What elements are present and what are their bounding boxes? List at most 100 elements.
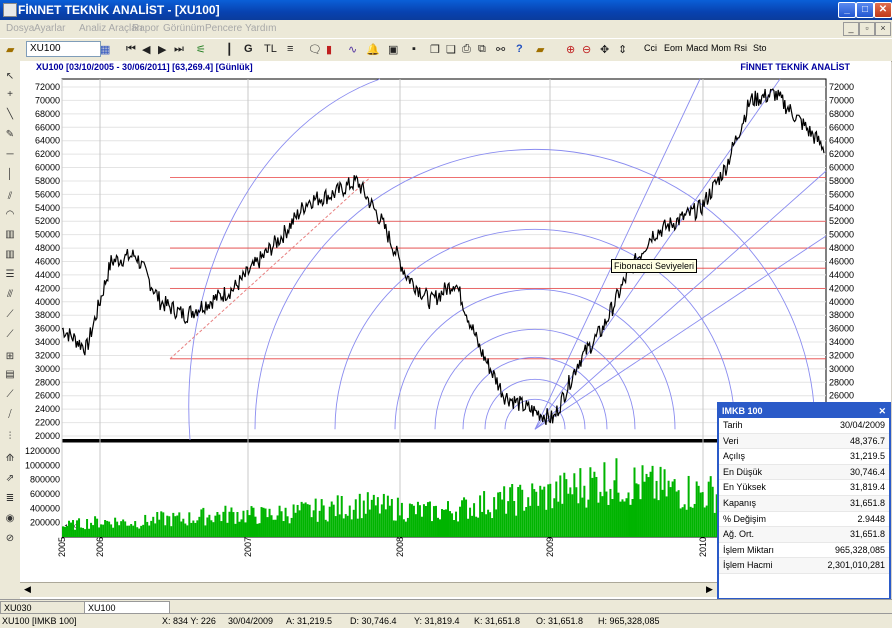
copy-icon[interactable]: ❐ xyxy=(430,43,440,57)
panel-row-value: 30,746.4 xyxy=(849,466,885,477)
indicator-eom[interactable]: Eom xyxy=(664,43,683,53)
price-tick-left: 58000 xyxy=(35,176,60,186)
prev-icon[interactable]: ◀ xyxy=(142,43,150,57)
paste-icon[interactable]: ❏ xyxy=(446,43,456,57)
price-tick-left: 32000 xyxy=(35,350,60,360)
arc-icon[interactable]: ◠ xyxy=(3,209,17,221)
status-volume: H: 965,328,085 xyxy=(598,616,660,626)
zoom-in-icon[interactable]: ⊕ xyxy=(566,43,575,57)
grid-icon[interactable]: ▥ xyxy=(3,229,17,241)
open-folder-icon[interactable]: ▰ xyxy=(6,43,14,57)
channel-icon[interactable]: ⫻ xyxy=(3,289,17,301)
fan-icon[interactable]: ⫽ xyxy=(3,191,17,203)
andrews-icon[interactable]: ⧸ xyxy=(3,409,17,421)
zoom-out-icon[interactable]: ⊖ xyxy=(582,43,591,57)
indicator-mom[interactable]: Mom xyxy=(711,43,731,53)
fib-level-icon[interactable]: ☰ xyxy=(3,269,17,281)
price-tick-left: 54000 xyxy=(35,203,60,213)
maximize-button[interactable]: □ xyxy=(856,2,874,18)
arrow-tool-icon[interactable]: ⇗ xyxy=(3,473,17,485)
bar-chart-icon[interactable]: ▮ xyxy=(326,43,332,57)
crosshair-icon[interactable]: ✥ xyxy=(600,43,609,57)
help-button[interactable]: ? xyxy=(516,43,523,57)
mdi-close-button[interactable]: × xyxy=(875,22,891,36)
bar-icon[interactable]: ┃ xyxy=(226,43,233,57)
year-label: 2006 xyxy=(95,537,105,557)
minimize-button[interactable]: _ xyxy=(838,2,856,18)
rainbow-icon[interactable]: ≣ xyxy=(3,493,17,505)
export-icon[interactable]: ⧉ xyxy=(478,43,486,57)
menu-pencere[interactable]: Pencere xyxy=(205,23,242,34)
indicator-icon[interactable]: ⚟ xyxy=(196,43,206,57)
cycle-icon[interactable]: ⫶ xyxy=(3,431,17,443)
title-bar: FİNNET TEKNİK ANALİST - [XU100] _ □ ✕ xyxy=(0,0,892,20)
alarm-icon[interactable]: 🔔 xyxy=(366,43,380,57)
indicator-rsi[interactable]: Rsi xyxy=(734,43,747,53)
menu-rapor[interactable]: Rapor xyxy=(132,23,159,34)
gann-box-icon[interactable]: ▤ xyxy=(3,369,17,381)
scroll-left-icon[interactable]: ◀ xyxy=(24,584,31,595)
close-button[interactable]: ✕ xyxy=(874,2,892,18)
gann-icon[interactable]: ⊞ xyxy=(3,351,17,363)
horizontal-line-icon[interactable]: ─ xyxy=(3,149,17,161)
menu-gorunum[interactable]: Görünüm xyxy=(163,23,205,34)
menu-ayarlar[interactable]: Ayarlar xyxy=(34,23,66,34)
panel-row: En Düşük 30,746.4 xyxy=(719,464,889,481)
indicator-macd[interactable]: Macd xyxy=(686,43,708,53)
panel-row: Açılış 31,219.5 xyxy=(719,449,889,465)
save-icon[interactable]: ▪ xyxy=(412,43,416,57)
window-icon[interactable]: ▣ xyxy=(388,43,398,57)
price-tick-left: 44000 xyxy=(35,270,60,280)
folder-icon[interactable]: ▰ xyxy=(536,43,544,57)
volume-tick: 1000000 xyxy=(25,460,60,470)
comment-icon[interactable]: 🗨 xyxy=(308,43,322,57)
cursor-icon[interactable]: ↖ xyxy=(3,71,17,83)
panel-close-icon[interactable]: ✕ xyxy=(878,404,886,418)
next-icon[interactable]: ▶ xyxy=(158,43,166,57)
pencil-icon[interactable]: ✎ xyxy=(3,129,17,141)
menu-yardim[interactable]: Yardım xyxy=(245,23,277,34)
panel-row-label: İşlem Hacmi xyxy=(723,560,773,571)
currency-tl-button[interactable]: TL xyxy=(264,43,277,57)
text-tool-icon[interactable]: ⟰ xyxy=(3,453,17,465)
panel-row-value: 31,651.8 xyxy=(849,497,885,508)
price-tick-right: 64000 xyxy=(829,136,854,146)
panel-row: Kapanış 31,651.8 xyxy=(719,495,889,512)
pan-icon[interactable]: ⇕ xyxy=(618,43,627,57)
cross-icon[interactable]: + xyxy=(3,89,17,101)
regression-icon[interactable]: ⟋ xyxy=(3,329,17,341)
year-label: 2007 xyxy=(243,537,253,557)
symbol-input[interactable]: XU100 xyxy=(26,41,101,57)
panel-row: En Yüksek 31,819.4 xyxy=(719,480,889,496)
binoculars-icon[interactable]: ⚯ xyxy=(496,43,505,57)
indicator-sto[interactable]: Sto xyxy=(753,43,767,53)
panel-row-label: Tarih xyxy=(723,420,743,430)
data-panel: IMKB 100 ✕ Tarih 30/04/2009 Veri 48,376.7 Aç… xyxy=(717,402,891,600)
year-label: 2008 xyxy=(395,537,405,557)
chart-type-icon[interactable]: ▦ xyxy=(100,43,110,57)
first-icon[interactable]: ⏮ xyxy=(126,43,136,57)
speed-icon[interactable]: ⟋ xyxy=(3,389,17,401)
line-tool-icon[interactable]: ╲ xyxy=(3,109,17,121)
clock-icon[interactable]: ◉ xyxy=(3,513,17,525)
status-open: A: 31,219.5 xyxy=(286,616,333,626)
list-icon[interactable]: ≡ xyxy=(287,43,293,57)
menu-dosya[interactable]: Dosya xyxy=(6,23,34,34)
price-tick-right: 38000 xyxy=(829,310,854,320)
wave-icon[interactable]: ∿ xyxy=(348,43,357,57)
delete-icon[interactable]: ⊘ xyxy=(3,533,17,545)
price-tick-right: 28000 xyxy=(829,377,854,387)
panel-row-label: Kapanış xyxy=(723,497,757,508)
fib-time-icon[interactable]: ▥ xyxy=(3,249,17,261)
mdi-minimize-button[interactable]: _ xyxy=(843,22,859,36)
last-icon[interactable]: ⏭ xyxy=(174,43,184,57)
indicator-cci[interactable]: Cci xyxy=(644,43,657,53)
trend-icon[interactable]: ⟋ xyxy=(3,309,17,321)
vertical-line-icon[interactable]: │ xyxy=(3,169,17,181)
print-icon[interactable]: ⎙ xyxy=(462,43,471,57)
period-g-button[interactable]: G xyxy=(244,43,253,57)
price-tick-right: 62000 xyxy=(829,149,854,159)
scroll-right-icon[interactable]: ▶ xyxy=(706,584,713,595)
mdi-restore-button[interactable]: ▫ xyxy=(859,22,875,36)
price-tick-left: 38000 xyxy=(35,310,60,320)
